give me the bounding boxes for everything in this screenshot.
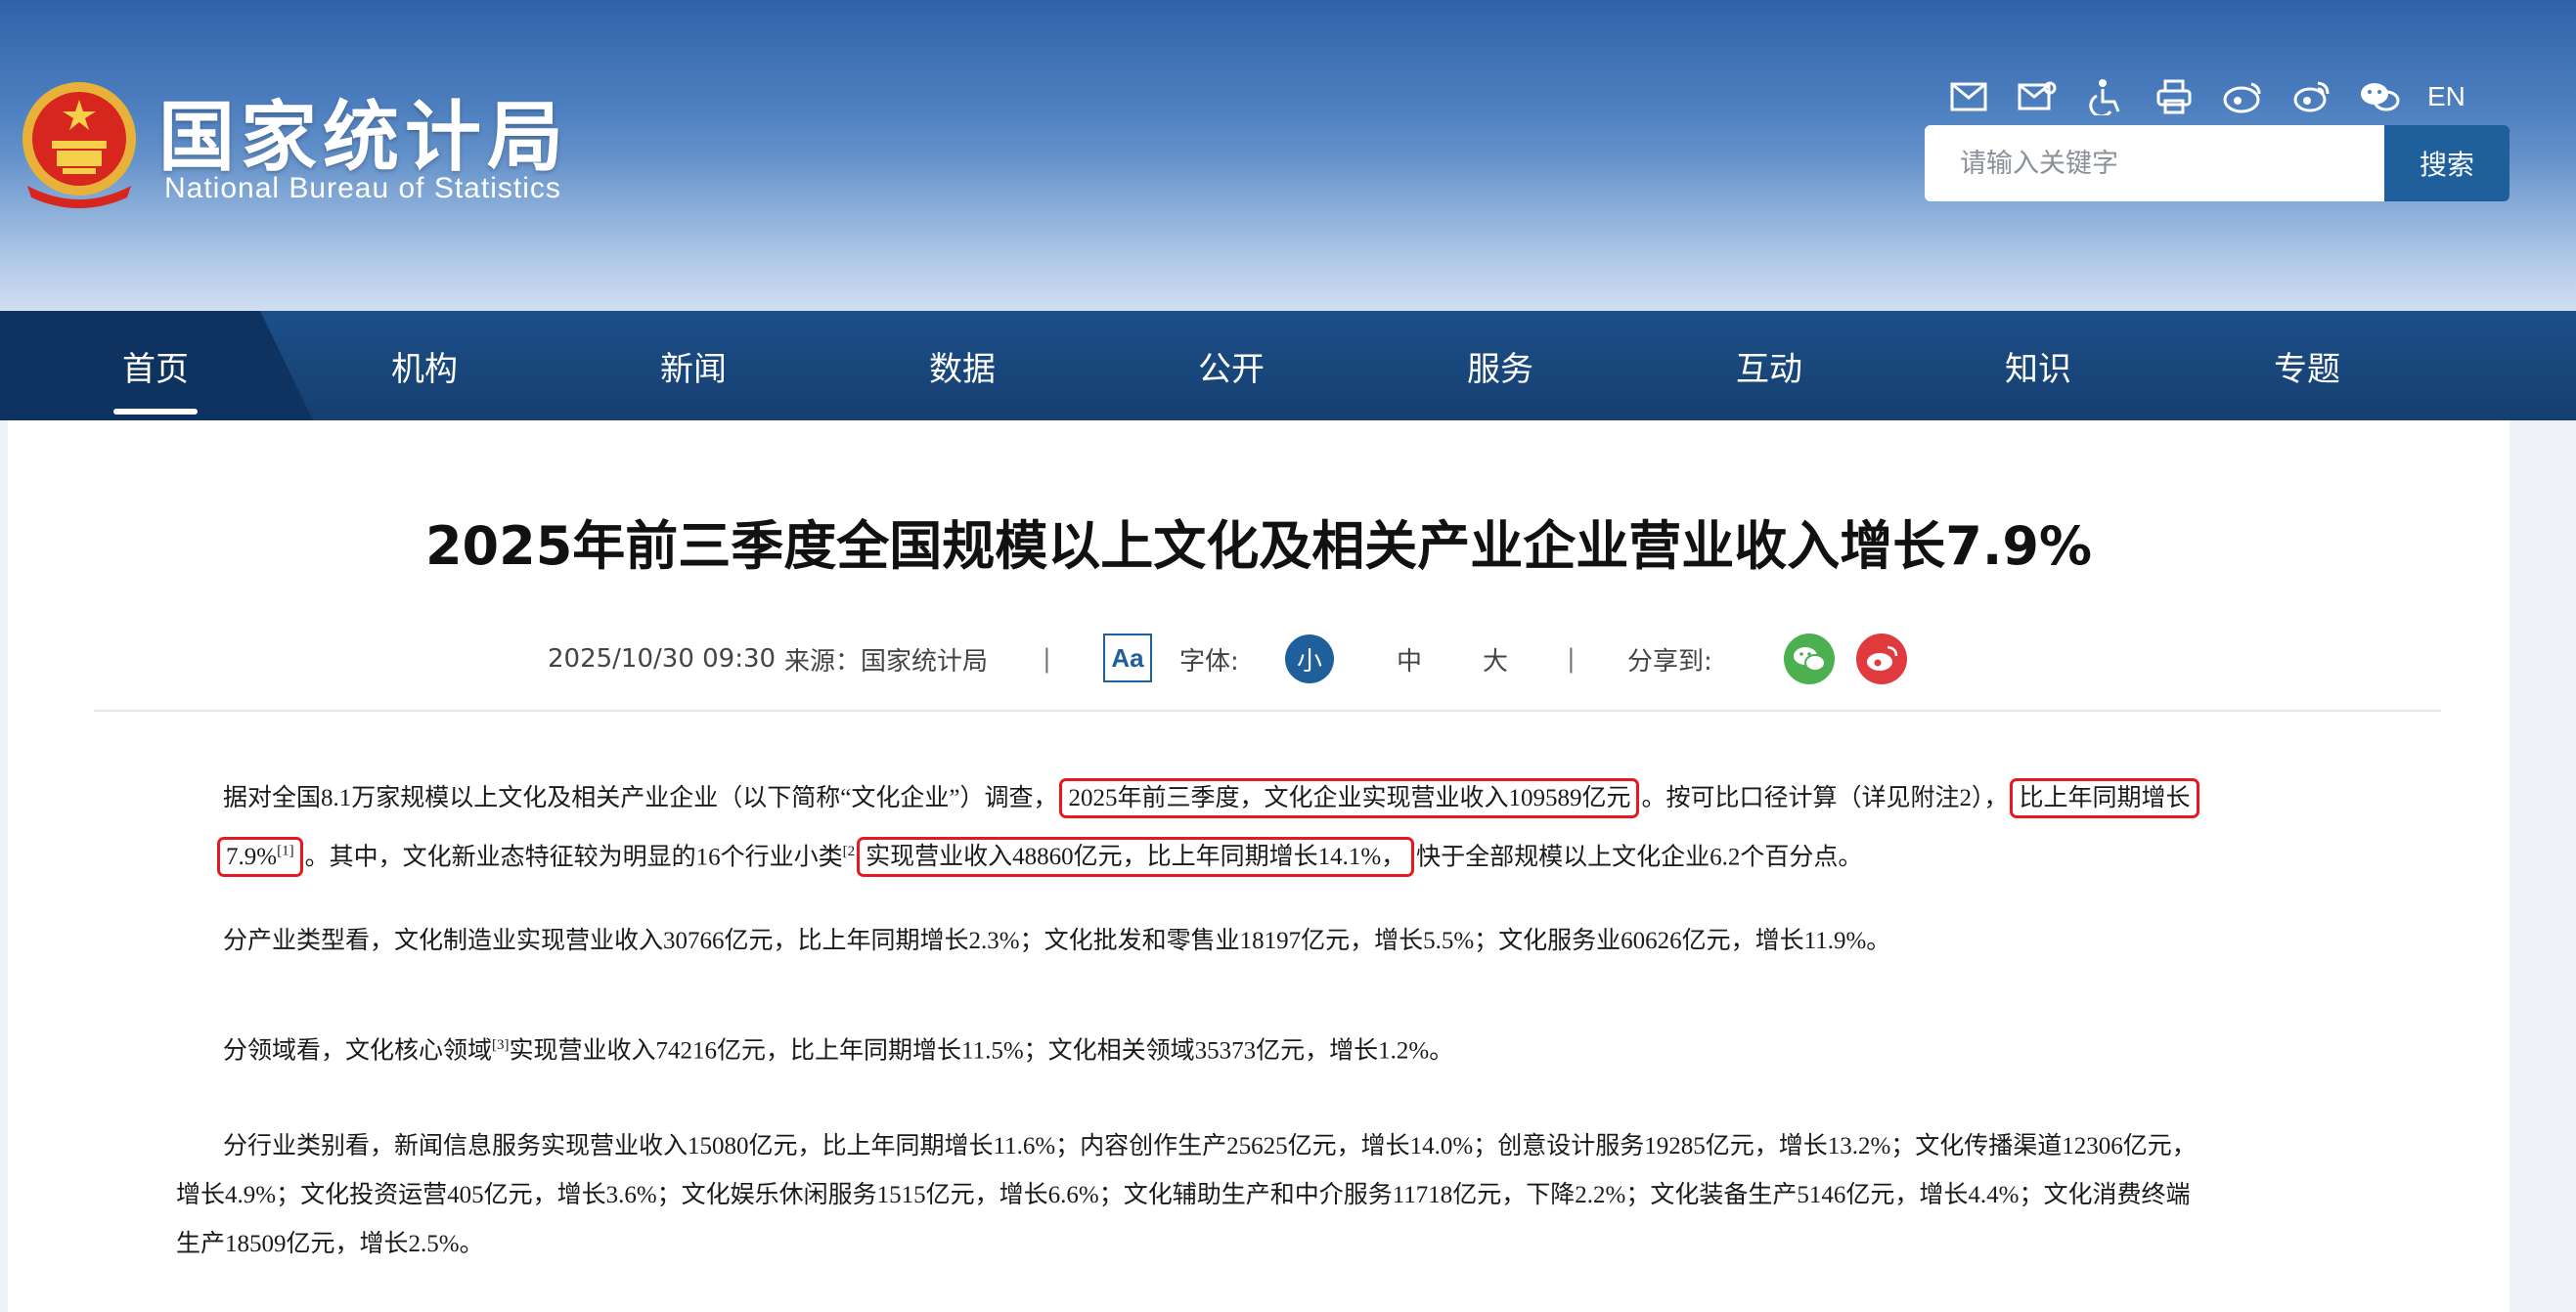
- text-run: 实现营业收入74216亿元，比上年同期增长11.5%；文化相关领域35373亿元…: [509, 1037, 1454, 1065]
- share-label: 分享到:: [1627, 646, 1712, 677]
- text-run: 据对全国8.1万家规模以上文化及相关产业企业（以下简称“文化企业”）调查，: [223, 785, 1058, 811]
- search-button[interactable]: 搜索: [2384, 125, 2509, 201]
- text-run: 7.9%: [226, 844, 278, 871]
- site-header: 国家统计局 National Bureau of Statistics EN 搜…: [0, 0, 2576, 311]
- paragraph-1-line-1: 据对全国8.1万家规模以上文化及相关产业企业（以下简称“文化企业”）调查， 202…: [223, 774, 2414, 823]
- main-nav: 首页 机构 新闻 数据 公开 服务 互动 知识 专题: [0, 311, 2576, 420]
- share-weibo-icon[interactable]: [1856, 634, 1907, 684]
- font-size-aa-icon: Aa: [1103, 634, 1152, 682]
- font-size-medium-button[interactable]: 中: [1397, 630, 1422, 688]
- highlight-box: 比上年同期增长: [2010, 778, 2199, 818]
- footnote-ref[interactable]: [3]: [492, 1037, 510, 1053]
- article-card: 2025年前三季度全国规模以上文化及相关产业企业营业收入增长7.9% 2025/…: [8, 420, 2509, 1312]
- font-size-label: 字体:: [1179, 646, 1239, 677]
- font-size-small-button[interactable]: 小: [1285, 634, 1334, 683]
- text-run: 。其中，文化新业态特征较为明显的16个行业小类: [304, 844, 843, 871]
- nav-item-knowledge[interactable]: 知识: [1960, 311, 2116, 420]
- nav-item-organization[interactable]: 机构: [346, 311, 503, 420]
- paragraph-4-line-2: 增长4.9%；文化投资运营405亿元，增长3.6%；文化娱乐休闲服务1515亿元…: [176, 1182, 2191, 1208]
- utility-bar: EN: [1946, 74, 2465, 119]
- wechat-icon[interactable]: [2357, 74, 2402, 119]
- search-input[interactable]: [1925, 125, 2384, 201]
- publish-datetime: 2025/10/30 09:30: [548, 644, 777, 674]
- meta-separator: |: [1567, 644, 1576, 674]
- weibo-icon[interactable]: [2220, 74, 2265, 119]
- text-run: 。按可比口径计算（详见附注2），: [1641, 785, 2009, 811]
- article-source: 来源：国家统计局: [784, 646, 989, 677]
- nav-active-underline: [113, 409, 198, 415]
- nav-item-news[interactable]: 新闻: [615, 311, 772, 420]
- paragraph-3: 分领域看，文化核心领域[3]实现营业收入74216亿元，比上年同期增长11.5%…: [223, 1021, 2414, 1075]
- article-title: 2025年前三季度全国规模以上文化及相关产业企业营业收入增长7.9%: [424, 515, 2093, 577]
- rss-icon[interactable]: [2288, 74, 2333, 119]
- paragraph-1-line-2: 7.9%[1] 。其中，文化新业态特征较为明显的16个行业小类[2 实现营业收入48…: [215, 827, 2406, 882]
- paragraph-4-line-1: 分行业类别看，新闻信息服务实现营业收入15080亿元，比上年同期增长11.6%；…: [223, 1133, 2197, 1159]
- mail-icon[interactable]: [1946, 74, 1991, 119]
- national-emblem-icon[interactable]: [18, 76, 141, 209]
- nav-item-data[interactable]: 数据: [884, 311, 1041, 420]
- paragraph-2: 分产业类型看，文化制造业实现营业收入30766亿元，比上年同期增长2.3%；文化…: [223, 928, 1891, 954]
- message-icon[interactable]: [2015, 74, 2060, 119]
- accessibility-icon[interactable]: [2083, 74, 2128, 119]
- nav-item-services[interactable]: 服务: [1422, 311, 1578, 420]
- meta-divider: [94, 710, 2441, 712]
- nav-item-topics[interactable]: 专题: [2229, 311, 2385, 420]
- text-run: 快于全部规模以上文化企业6.2个百分点。: [1416, 844, 1863, 871]
- nav-item-interaction[interactable]: 互动: [1691, 311, 1847, 420]
- site-logo-en[interactable]: National Bureau of Statistics: [164, 172, 561, 205]
- print-icon[interactable]: [2152, 74, 2197, 119]
- article-meta-bar: 2025/10/30 09:30 来源：国家统计局 | Aa 字体: 小 中 大…: [8, 630, 2509, 688]
- meta-separator: |: [1043, 644, 1051, 674]
- font-size-large-button[interactable]: 大: [1483, 630, 1508, 688]
- language-en-link[interactable]: EN: [2427, 81, 2465, 112]
- footnote-ref[interactable]: [2: [843, 844, 856, 859]
- share-wechat-icon[interactable]: [1784, 634, 1835, 684]
- text-run: 分领域看，文化核心领域: [223, 1037, 493, 1065]
- nav-item-disclosure[interactable]: 公开: [1153, 311, 1310, 420]
- site-logo-cn[interactable]: 国家统计局: [158, 76, 569, 186]
- highlight-box: 7.9%[1]: [217, 837, 303, 878]
- paragraph-4-line-3: 生产18509亿元，增长2.5%。: [176, 1231, 484, 1257]
- highlight-box: 实现营业收入48860亿元，比上年同期增长14.1%，: [857, 837, 1415, 878]
- footnote-ref[interactable]: [1]: [277, 844, 294, 859]
- highlight-box: 2025年前三季度，文化企业实现营业收入109589亿元: [1059, 778, 1640, 818]
- nav-item-home[interactable]: 首页: [77, 311, 234, 420]
